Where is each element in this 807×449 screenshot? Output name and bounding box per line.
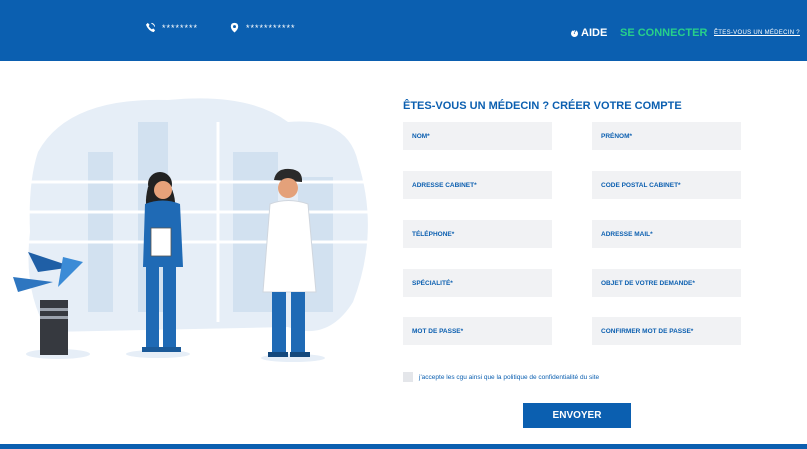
form-title: ÊTES-VOUS UN MÉDECIN ? CRÉER VOTRE COMPT… bbox=[403, 100, 682, 112]
password-input[interactable]: MOT DE PASSE* bbox=[403, 317, 552, 345]
submit-button[interactable]: ENVOYER bbox=[523, 403, 631, 428]
login-link[interactable]: SE CONNECTER bbox=[620, 27, 707, 39]
location-pin-icon bbox=[230, 22, 239, 33]
question-icon: ? bbox=[571, 29, 578, 37]
telephone-input[interactable]: TÉLÉPHONE* bbox=[403, 220, 552, 248]
footer-bar bbox=[0, 444, 807, 449]
phone-value: ******** bbox=[162, 22, 199, 33]
email-input[interactable]: ADRESSE MAIL* bbox=[592, 220, 741, 248]
location-value: *********** bbox=[246, 22, 296, 33]
adresse-cabinet-input[interactable]: ADRESSE CABINET* bbox=[403, 171, 552, 199]
cgu-consent: j'accepte les cgu ainsi que la politique… bbox=[403, 372, 599, 382]
help-label: AIDE bbox=[581, 27, 608, 39]
help-link[interactable]: ? AIDE bbox=[571, 27, 607, 39]
objet-demande-input[interactable]: OBJET DE VOTRE DEMANDE* bbox=[592, 269, 741, 297]
code-postal-input[interactable]: CODE POSTAL CABINET* bbox=[592, 171, 741, 199]
nom-input[interactable]: NOM* bbox=[403, 122, 552, 150]
cgu-checkbox[interactable] bbox=[403, 372, 413, 382]
phone-contact[interactable]: ******** bbox=[145, 22, 198, 33]
cgu-label: j'accepte les cgu ainsi que la politique… bbox=[419, 373, 600, 381]
doctors-illustration bbox=[13, 98, 368, 362]
top-header: ******** *********** ? AIDE SE CONNECTER… bbox=[0, 0, 807, 61]
location-contact[interactable]: *********** bbox=[229, 22, 296, 33]
confirm-password-input[interactable]: CONFIRMER MOT DE PASSE* bbox=[592, 317, 741, 345]
phone-icon bbox=[145, 22, 156, 33]
specialite-input[interactable]: SPÉCIALITÉ* bbox=[403, 269, 552, 297]
prenom-input[interactable]: PRÉNOM* bbox=[592, 122, 741, 150]
doctor-link[interactable]: ÊTES-VOUS UN MÉDECIN ? bbox=[714, 30, 800, 36]
